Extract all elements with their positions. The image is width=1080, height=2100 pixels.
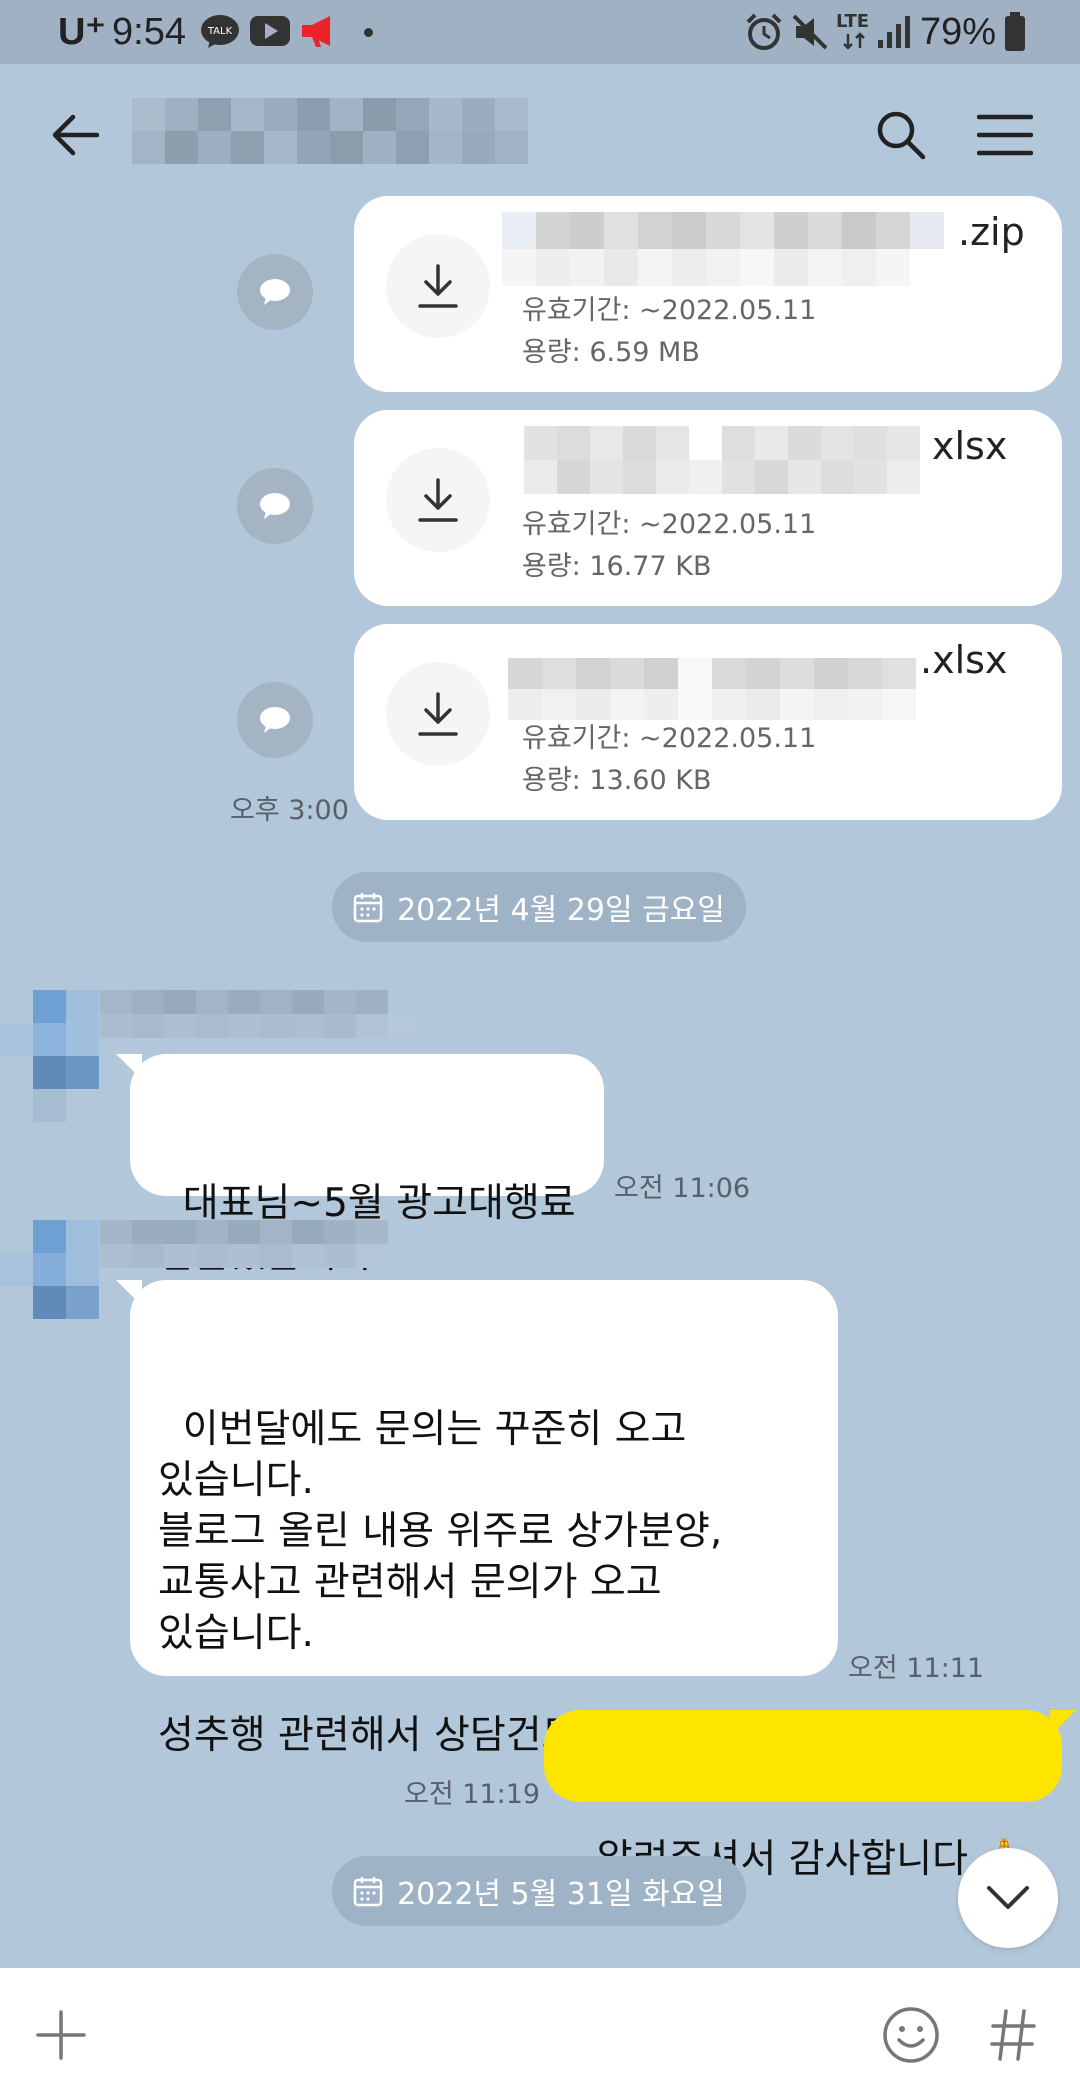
megaphone-notification-icon [302, 16, 330, 47]
smiley-icon [883, 2007, 939, 2063]
sender-name-redacted [100, 990, 420, 1038]
file-size: 용량: 6.59 MB [522, 337, 700, 368]
vibrate-mute-icon [792, 14, 828, 50]
calendar-icon [353, 893, 383, 923]
file-name-redacted [524, 426, 920, 494]
message-input[interactable] [120, 1990, 860, 2080]
date-label: 2022년 4월 29일 금요일 [397, 893, 725, 928]
message-timestamp: 오후 3:00 [230, 795, 349, 826]
chevron-down-icon [987, 1886, 1029, 1909]
share-file-button[interactable] [237, 468, 313, 544]
date-divider: 2022년 5월 31일 화요일 [332, 1856, 746, 1926]
attach-button[interactable] [26, 2000, 96, 2070]
arrow-left-icon [52, 114, 99, 156]
file-extension: .xlsx [920, 638, 1008, 682]
sender-name-redacted [100, 1220, 420, 1268]
file-extension: .zip [958, 210, 1025, 254]
signal-strength-icon [878, 16, 910, 48]
menu-button[interactable] [970, 100, 1040, 170]
speech-bubble-icon [260, 707, 290, 733]
file-expiry: 유효기간: ~2022.05.11 [522, 509, 817, 540]
download-button[interactable] [386, 662, 490, 766]
share-file-button[interactable] [237, 682, 313, 758]
received-message-bubble[interactable]: 대표님~5월 광고대행료 입금했습니다. [116, 1054, 604, 1277]
data-arrows-icon [843, 32, 865, 50]
sender-avatar-redacted[interactable] [0, 1220, 99, 1320]
file-card[interactable]: xlsx 유효기간: ~2022.05.11 용량: 16.77 KB [354, 410, 1062, 606]
more-notifications-dot [364, 28, 373, 37]
back-button[interactable] [40, 100, 110, 170]
file-name-redacted [508, 658, 916, 720]
file-size: 용량: 13.60 KB [522, 765, 712, 796]
alarm-icon [746, 13, 782, 50]
speech-bubble-icon [260, 279, 290, 305]
speech-bubble-icon [260, 493, 290, 519]
hashtag-search-button[interactable] [978, 2000, 1048, 2070]
file-name-redacted [502, 212, 944, 286]
youtube-notification-icon [250, 16, 290, 46]
share-file-button[interactable] [237, 254, 313, 330]
download-button[interactable] [386, 448, 490, 552]
kakaotalk-notification-icon: TALK [201, 15, 239, 48]
plus-icon [36, 2010, 86, 2060]
hamburger-menu-icon [977, 114, 1033, 156]
search-button[interactable] [866, 100, 936, 170]
download-icon [418, 264, 458, 308]
calendar-icon [353, 1877, 383, 1907]
file-card[interactable]: .xlsx 유효기간: ~2022.05.11 용량: 13.60 KB [354, 624, 1062, 820]
file-expiry: 유효기간: ~2022.05.11 [522, 723, 817, 754]
hash-icon [990, 2009, 1036, 2061]
received-message-bubble[interactable]: 이번달에도 문의는 꾸준히 오고 있습니다. 블로그 올린 내용 위주로 상가분… [116, 1280, 838, 1758]
clock: 9:54 [112, 11, 186, 53]
message-text: 이번달에도 문의는 꾸준히 오고 있습니다. 블로그 올린 내용 위주로 상가분… [158, 1407, 782, 1758]
message-timestamp: 오전 11:11 [848, 1653, 985, 1684]
download-icon [418, 478, 458, 522]
battery-icon [1005, 12, 1025, 51]
scroll-to-bottom-button[interactable] [958, 1848, 1058, 1948]
network-type-label: LTE [836, 11, 870, 32]
message-timestamp: 오전 11:19 [404, 1779, 541, 1810]
message-input-bar [0, 1968, 1080, 2100]
date-divider: 2022년 4월 29일 금요일 [332, 872, 746, 942]
search-icon [877, 111, 926, 160]
message-timestamp: 오전 11:06 [614, 1173, 751, 1204]
carrier-label: U⁺ [58, 11, 106, 53]
battery-percent: 79% [920, 11, 997, 53]
bubble-tail [116, 1054, 142, 1080]
file-card[interactable]: .zip 유효기간: ~2022.05.11 용량: 6.59 MB [354, 196, 1062, 392]
bubble-tail [116, 1280, 142, 1306]
svg-text:TALK: TALK [207, 26, 233, 37]
status-bar: U⁺ 9:54 TALK LTE 79% [0, 0, 1080, 64]
date-label: 2022년 5월 31일 화요일 [397, 1877, 725, 1912]
download-button[interactable] [386, 234, 490, 338]
file-extension: xlsx [932, 424, 1008, 468]
file-expiry: 유효기간: ~2022.05.11 [522, 295, 817, 326]
file-size: 용량: 16.77 KB [522, 551, 712, 582]
download-icon [418, 692, 458, 736]
sent-message-bubble[interactable]: 알려주셔서 감사합니다 🙏 [544, 1710, 1076, 1882]
sender-avatar-redacted[interactable] [0, 990, 99, 1122]
emoji-button[interactable] [876, 2000, 946, 2070]
chat-title-redacted [132, 98, 528, 164]
bubble-tail [1050, 1710, 1076, 1736]
